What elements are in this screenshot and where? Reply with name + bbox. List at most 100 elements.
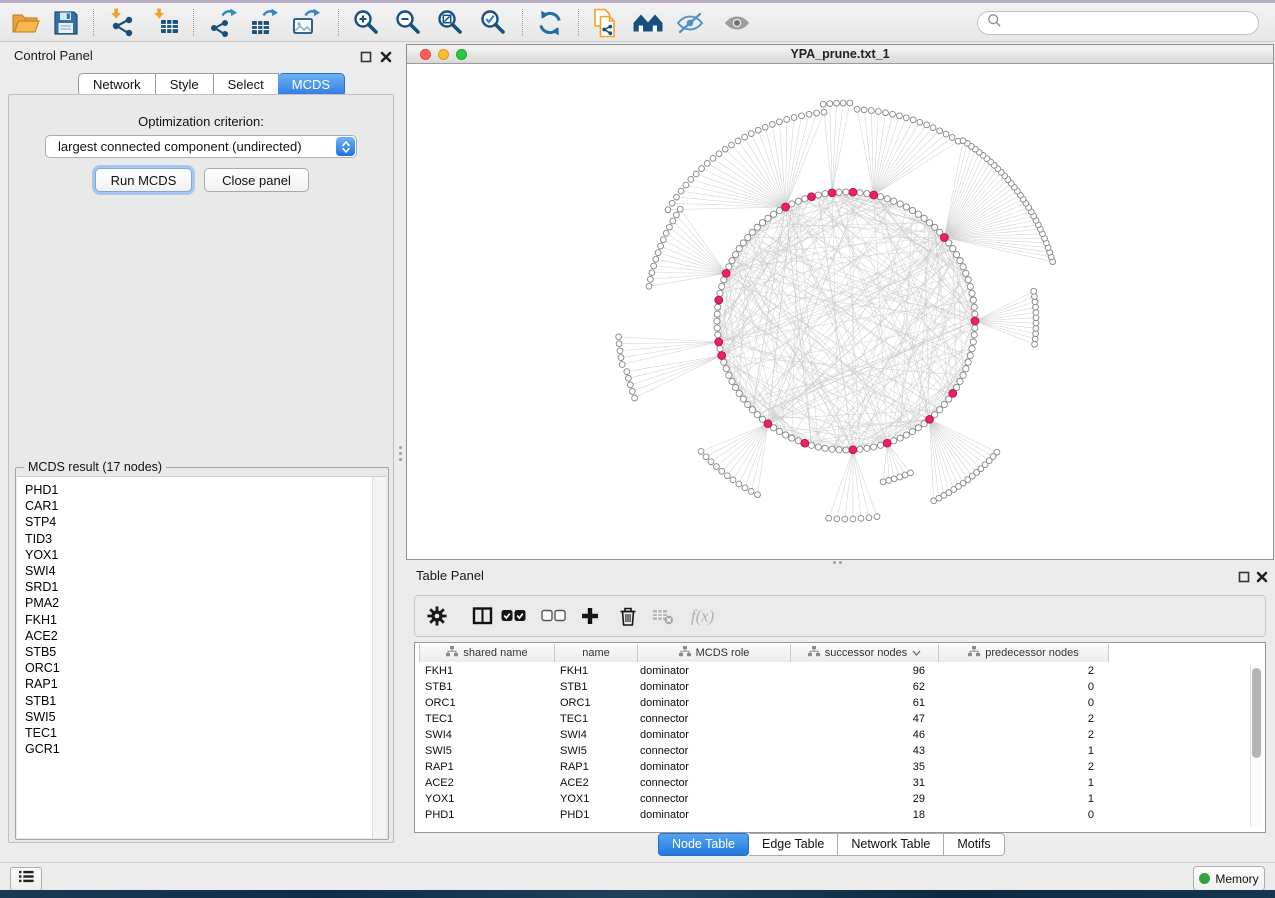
vertical-splitter-grip[interactable] <box>399 446 402 449</box>
close-panel-button[interactable]: Close panel <box>204 168 309 192</box>
memory-button[interactable]: Memory <box>1193 866 1265 891</box>
column-header-predecessor-nodes[interactable]: predecessor nodes <box>939 644 1109 662</box>
mcds-result-item[interactable]: TEC1 <box>25 725 386 741</box>
cell: SWI4 <box>415 729 551 741</box>
open-file-icon[interactable] <box>8 6 42 40</box>
run-mcds-button[interactable]: Run MCDS <box>95 168 192 192</box>
task-history-button[interactable] <box>10 867 42 891</box>
mcds-result-item[interactable]: SWI4 <box>25 563 386 579</box>
control-panel-title: Control Panel <box>14 48 93 63</box>
column-layout-icon[interactable] <box>469 603 497 629</box>
memory-label: Memory <box>1215 872 1258 886</box>
mcds-result-item[interactable]: YOX1 <box>25 547 386 563</box>
close-panel-icon[interactable] <box>380 50 394 63</box>
table-row[interactable]: PHD1PHD1dominator180 <box>415 807 1248 823</box>
cell: ACE2 <box>415 777 551 789</box>
mcds-result-item[interactable]: STP4 <box>25 514 386 530</box>
mcds-result-item[interactable]: GCR1 <box>25 741 386 757</box>
mcds-result-item[interactable]: STB5 <box>25 644 386 660</box>
cell: TEC1 <box>551 713 634 725</box>
cell: 46 <box>787 729 935 741</box>
refresh-layout-icon[interactable] <box>533 6 567 40</box>
export-network-icon[interactable] <box>206 6 240 40</box>
float-table-panel-icon[interactable] <box>1238 570 1252 583</box>
list-scrollbar[interactable] <box>372 477 386 838</box>
mcds-result-list[interactable]: PHD1CAR1STP4TID3YOX1SWI4SRD1PMA2FKH1ACE2… <box>17 476 386 838</box>
import-network-icon[interactable] <box>106 6 140 40</box>
table-row[interactable]: TEC1TEC1connector472 <box>415 711 1248 727</box>
vertical-splitter-grip[interactable] <box>399 458 402 461</box>
mcds-result-item[interactable]: ORC1 <box>25 660 386 676</box>
mcds-result-item[interactable]: TID3 <box>25 531 386 547</box>
cell: 1 <box>935 777 1105 789</box>
zoom-in-icon[interactable] <box>349 6 383 40</box>
table-row[interactable]: FKH1FKH1dominator962 <box>415 663 1248 679</box>
table-row[interactable]: SWI5SWI5connector431 <box>415 743 1248 759</box>
sort-desc-icon <box>912 647 921 659</box>
network-title: YPA_prune.txt_1 <box>407 47 1273 61</box>
toolbar-separator <box>578 9 579 36</box>
attribute-icon <box>679 646 691 660</box>
vertical-splitter-grip[interactable] <box>399 452 402 455</box>
mcds-result-group: MCDS result (17 nodes) PHD1CAR1STP4TID3Y… <box>15 467 389 840</box>
cell: 0 <box>935 681 1105 693</box>
delete-table-icon <box>649 603 677 629</box>
network-frame-titlebar[interactable]: YPA_prune.txt_1 <box>407 45 1273 64</box>
deselect-all-icon[interactable] <box>540 603 568 629</box>
export-image-icon[interactable] <box>289 6 323 40</box>
cell: 35 <box>787 761 935 773</box>
mcds-result-item[interactable]: STB1 <box>25 693 386 709</box>
mcds-result-item[interactable]: CAR1 <box>25 498 386 514</box>
table-row[interactable]: RAP1RAP1dominator352 <box>415 759 1248 775</box>
tab-network-table[interactable]: Network Table <box>838 833 944 856</box>
column-header-name[interactable]: name <box>555 644 638 662</box>
svg-text:f(x): f(x) <box>691 607 715 626</box>
tab-edge-table[interactable]: Edge Table <box>749 833 838 856</box>
table-scrollbar-thumb[interactable] <box>1252 668 1261 758</box>
horizontal-splitter-grip[interactable] <box>839 561 842 564</box>
mcds-result-item[interactable]: SWI5 <box>25 709 386 725</box>
cell: 96 <box>787 665 935 677</box>
duplicate-network-icon[interactable] <box>588 6 622 40</box>
first-neighbors-icon[interactable] <box>631 6 665 40</box>
mcds-result-item[interactable]: PHD1 <box>25 482 386 498</box>
export-table-icon[interactable] <box>247 6 281 40</box>
table-row[interactable]: ACE2ACE2connector311 <box>415 775 1248 791</box>
float-panel-icon[interactable] <box>360 50 374 63</box>
close-table-panel-icon[interactable] <box>1256 570 1270 583</box>
optimization-criterion-select[interactable]: largest connected component (undirected) <box>45 135 357 158</box>
network-graph-canvas[interactable] <box>407 64 1273 559</box>
cell: 29 <box>787 793 935 805</box>
delete-column-icon[interactable] <box>614 603 642 629</box>
mcds-result-item[interactable]: SRD1 <box>25 579 386 595</box>
tab-motifs[interactable]: Motifs <box>944 833 1004 856</box>
show-all-icon[interactable] <box>720 6 754 40</box>
cell: PHD1 <box>415 809 551 821</box>
add-column-icon[interactable] <box>576 603 604 629</box>
mcds-result-item[interactable]: PMA2 <box>25 595 386 611</box>
mcds-result-item[interactable]: ACE2 <box>25 628 386 644</box>
cell: 1 <box>935 793 1105 805</box>
table-row[interactable]: STB1STB1dominator620 <box>415 679 1248 695</box>
search-input[interactable] <box>977 11 1259 35</box>
mcds-result-item[interactable]: RAP1 <box>25 676 386 692</box>
hide-selected-icon[interactable] <box>673 6 707 40</box>
table-row[interactable]: YOX1YOX1connector291 <box>415 791 1248 807</box>
save-session-icon[interactable] <box>49 6 83 40</box>
column-header-MCDS-role[interactable]: MCDS role <box>638 644 791 662</box>
table-row[interactable]: ORC1ORC1dominator610 <box>415 695 1248 711</box>
column-header-shared-name[interactable]: shared name <box>419 644 555 662</box>
cell: 2 <box>935 761 1105 773</box>
zoom-fit-icon[interactable] <box>433 6 467 40</box>
mcds-result-item[interactable]: FKH1 <box>25 612 386 628</box>
horizontal-splitter-grip[interactable] <box>833 561 836 564</box>
zoom-out-icon[interactable] <box>391 6 425 40</box>
select-all-icon[interactable] <box>500 603 528 629</box>
cell: connector <box>634 745 787 757</box>
import-table-icon[interactable] <box>149 6 183 40</box>
table-row[interactable]: SWI4SWI4dominator462 <box>415 727 1248 743</box>
tab-node-table[interactable]: Node Table <box>658 833 749 856</box>
zoom-selected-icon[interactable] <box>476 6 510 40</box>
column-header-successor-nodes[interactable]: successor nodes <box>791 644 939 662</box>
table-settings-icon[interactable] <box>423 603 451 629</box>
